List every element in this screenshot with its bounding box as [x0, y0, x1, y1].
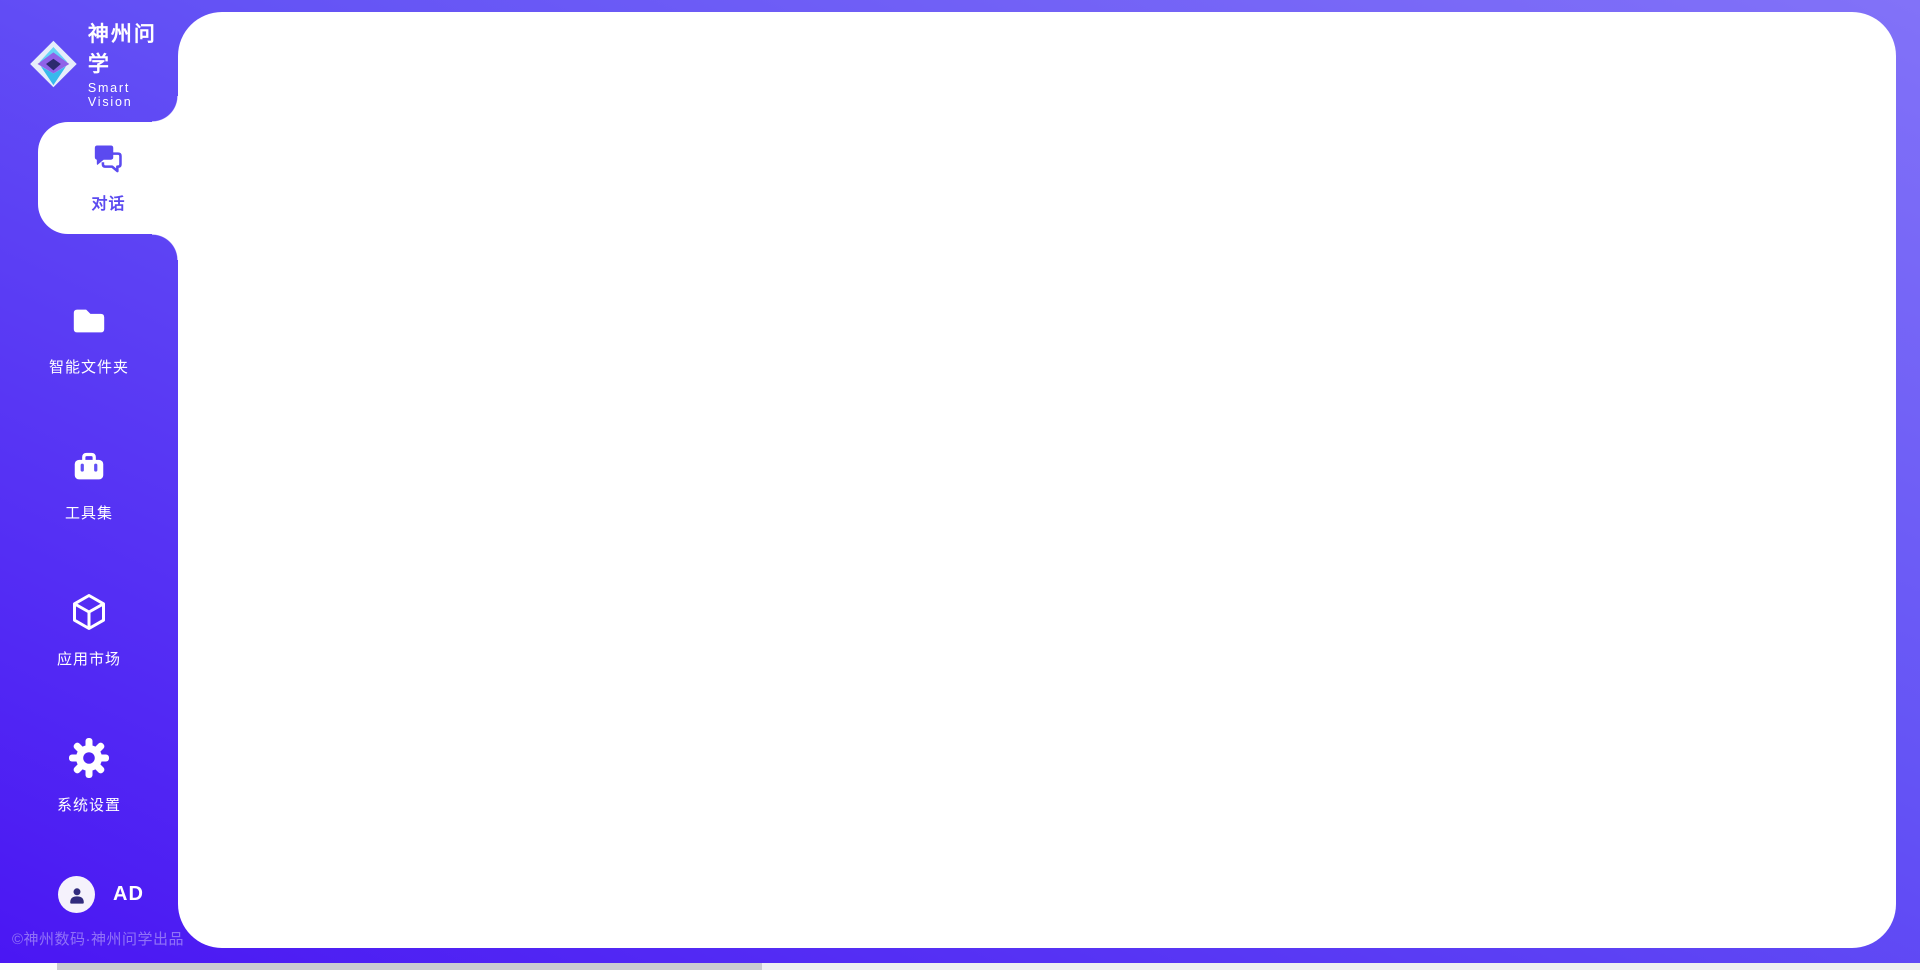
cube-icon	[69, 592, 109, 637]
gear-icon	[69, 738, 109, 783]
sidebar-item-label: 对话	[91, 190, 125, 214]
user-profile[interactable]: AD	[58, 876, 144, 913]
copyright: ©神州数码·神州问学出品	[12, 928, 184, 949]
sidebar-item-toolkit[interactable]: 工具集	[0, 448, 178, 523]
brand-diamond-icon	[28, 38, 79, 90]
scrollbar-thumb[interactable]	[57, 963, 762, 970]
sidebar-item-label: 应用市场	[57, 648, 121, 669]
person-icon	[65, 883, 89, 907]
sidebar-item-label: 工具集	[65, 502, 113, 523]
chat-bubbles-icon	[92, 142, 126, 181]
sidebar-item-settings[interactable]: 系统设置	[0, 738, 178, 815]
scrollbar-corner	[0, 963, 57, 970]
briefcase-icon	[70, 448, 108, 491]
sidebar-item-chat[interactable]: 对话	[38, 122, 179, 234]
brand-name: 神州问学	[88, 18, 178, 78]
tab-fillet-bottom	[152, 234, 178, 260]
horizontal-scrollbar[interactable]	[0, 963, 1920, 970]
avatar	[58, 876, 95, 913]
user-initials: AD	[113, 883, 144, 906]
main-panel	[178, 12, 1896, 948]
folder-icon	[70, 302, 108, 345]
sidebar-item-smart-folder[interactable]: 智能文件夹	[0, 302, 178, 377]
sidebar-item-label: 系统设置	[57, 794, 121, 815]
sidebar-item-app-market[interactable]: 应用市场	[0, 592, 178, 669]
sidebar: 神州问学 Smart Vision 对话 智能文件夹	[0, 0, 178, 970]
tab-fillet-top	[152, 96, 178, 122]
sidebar-item-label: 智能文件夹	[49, 356, 129, 377]
